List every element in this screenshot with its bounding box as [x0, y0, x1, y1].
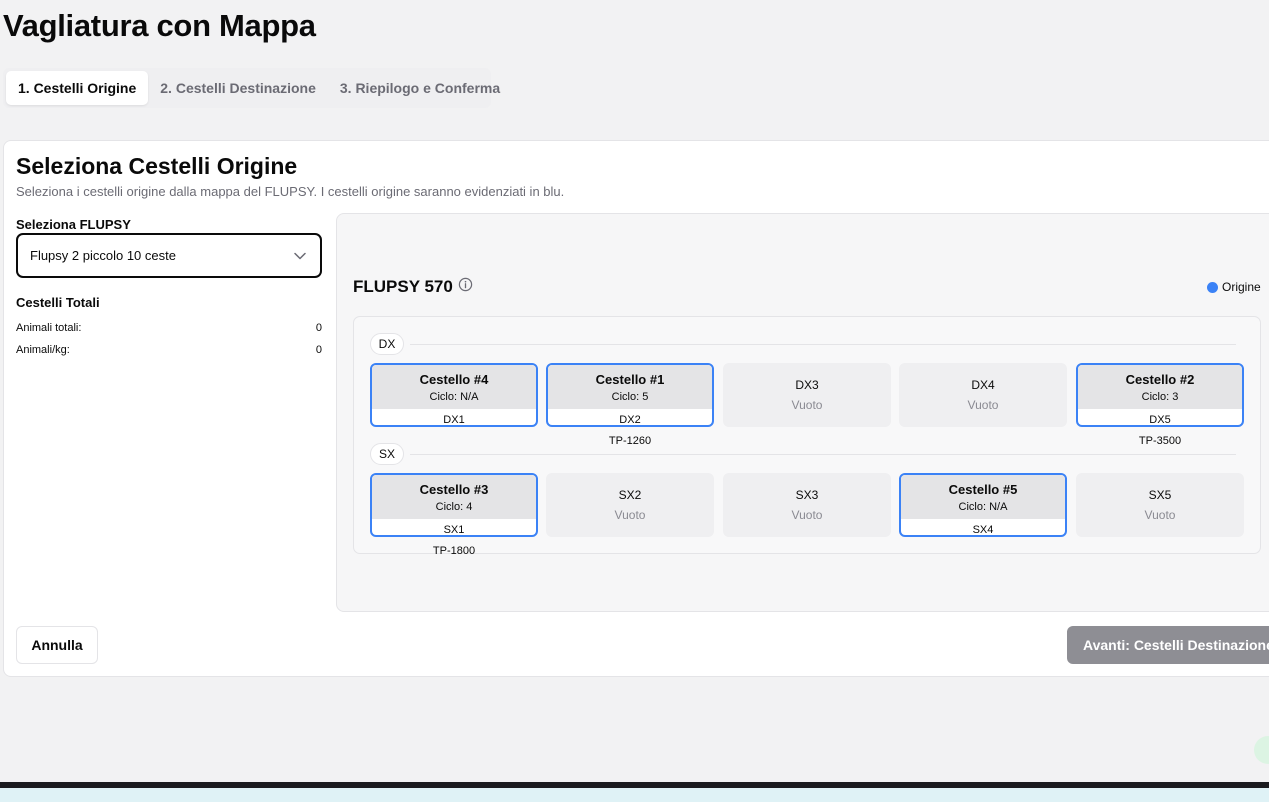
card-title: Seleziona Cestelli Origine	[16, 153, 298, 179]
flupsy-map-panel: FLUPSY 570 Origine DX Cestello #4 Ciclo:…	[336, 213, 1269, 612]
flupsy-name: FLUPSY 570	[353, 277, 453, 296]
basket-dx1[interactable]: Cestello #4 Ciclo: N/A DX1	[370, 363, 538, 427]
status-indicator	[1254, 736, 1269, 764]
basket-position: DX3	[795, 378, 819, 392]
basket-position: SX4	[972, 524, 994, 536]
basket-status: Vuoto	[967, 398, 999, 412]
next-button[interactable]: Avanti: Cestelli Destinazione	[1067, 626, 1269, 664]
basket-position: SX3	[795, 488, 819, 502]
stat-row: Animali/kg: 0	[16, 344, 322, 356]
basket-sx4[interactable]: Cestello #5 Ciclo: N/A SX4	[899, 473, 1067, 537]
basket-position: DX4	[971, 378, 995, 392]
basket-status: Vuoto	[791, 398, 823, 412]
basket-position: SX2	[618, 488, 642, 502]
basket-tag: TP-3500	[1138, 435, 1182, 447]
basket-header: Cestello #3 Ciclo: 4	[372, 475, 536, 519]
basket-sx3[interactable]: SX3 Vuoto	[723, 473, 891, 537]
row-divider	[410, 454, 1236, 455]
basket-status: Vuoto	[1144, 508, 1176, 522]
basket-cycle: Ciclo: N/A	[429, 390, 479, 403]
tab-riepilogo-conferma[interactable]: 3. Riepilogo e Conferma	[328, 71, 512, 105]
basket-cycle: Ciclo: N/A	[958, 500, 1008, 513]
os-taskbar	[0, 782, 1269, 802]
chevron-down-icon	[294, 252, 306, 260]
step-tabs: 1. Cestelli Origine 2. Cestelli Destinaz…	[3, 68, 500, 108]
flupsy-title: FLUPSY 570	[353, 277, 473, 297]
basket-name: Cestello #1	[595, 371, 665, 387]
tab-cestelli-destinazione[interactable]: 2. Cestelli Destinazione	[148, 71, 328, 105]
basket-position: DX1	[443, 414, 465, 426]
basket-cycle: Ciclo: 3	[1141, 390, 1179, 403]
left-column: Seleziona FLUPSY Flupsy 2 piccolo 10 ces…	[16, 217, 322, 356]
selection-card: Seleziona Cestelli Origine Seleziona i c…	[3, 140, 1269, 677]
tab-cestelli-origine[interactable]: 1. Cestelli Origine	[6, 71, 149, 105]
cancel-button[interactable]: Annulla	[16, 626, 98, 664]
basket-dx5[interactable]: Cestello #2 Ciclo: 3 DX5 TP-3500	[1076, 363, 1244, 447]
basket-dx3[interactable]: DX3 Vuoto	[723, 363, 891, 427]
stat-value: 0	[315, 344, 322, 356]
stat-row: Animali totali: 0	[16, 322, 322, 334]
basket-sx1[interactable]: Cestello #3 Ciclo: 4 SX1 TP-1800	[370, 473, 538, 557]
basket-dx2[interactable]: Cestello #1 Ciclo: 5 DX2 TP-1260	[546, 363, 714, 447]
stat-label: Animali/kg:	[16, 344, 70, 356]
basket-cycle: Ciclo: 4	[435, 500, 473, 513]
stat-label: Animali totali:	[16, 322, 82, 334]
basket-position: DX5	[1149, 414, 1171, 426]
card-subtitle: Seleziona i cestelli origine dalla mappa…	[16, 184, 565, 199]
map-legend: Origine	[1207, 280, 1261, 294]
legend-label: Origine	[1222, 280, 1261, 294]
basket-cycle: Ciclo: 5	[611, 390, 649, 403]
basket-position: SX1	[443, 524, 465, 536]
basket-name: Cestello #3	[419, 481, 489, 497]
basket-grid: DX Cestello #4 Ciclo: N/A DX1 Cestello #…	[353, 316, 1261, 557]
basket-name: Cestello #2	[1125, 371, 1195, 387]
flupsy-select-label: Seleziona FLUPSY	[16, 217, 131, 232]
info-icon[interactable]	[458, 277, 473, 297]
flupsy-select[interactable]: Flupsy 2 piccolo 10 ceste	[16, 233, 322, 278]
basket-status: Vuoto	[614, 508, 646, 522]
basket-position: DX2	[619, 414, 641, 426]
basket-sx5[interactable]: SX5 Vuoto	[1076, 473, 1244, 537]
origin-legend-dot	[1207, 281, 1218, 293]
basket-name: Cestello #4	[419, 371, 489, 387]
basket-position: SX5	[1148, 488, 1172, 502]
row-label-dx: DX	[370, 333, 404, 355]
basket-tag: TP-1260	[608, 435, 652, 447]
basket-tag: TP-1800	[432, 545, 476, 557]
basket-header: Cestello #5 Ciclo: N/A	[901, 475, 1065, 519]
basket-dx4[interactable]: DX4 Vuoto	[899, 363, 1067, 427]
basket-status: Vuoto	[791, 508, 823, 522]
row-divider	[410, 344, 1236, 345]
basket-sx2[interactable]: SX2 Vuoto	[546, 473, 714, 537]
flupsy-select-value: Flupsy 2 piccolo 10 ceste	[30, 248, 176, 263]
basket-header: Cestello #1 Ciclo: 5	[548, 365, 712, 409]
page-title: Vagliatura con Mappa	[3, 8, 316, 43]
basket-header: Cestello #2 Ciclo: 3	[1078, 365, 1242, 409]
totals-title: Cestelli Totali	[16, 295, 100, 310]
basket-name: Cestello #5	[948, 481, 1018, 497]
basket-header: Cestello #4 Ciclo: N/A	[372, 365, 536, 409]
stat-value: 0	[315, 322, 322, 334]
row-label-sx: SX	[370, 443, 404, 465]
